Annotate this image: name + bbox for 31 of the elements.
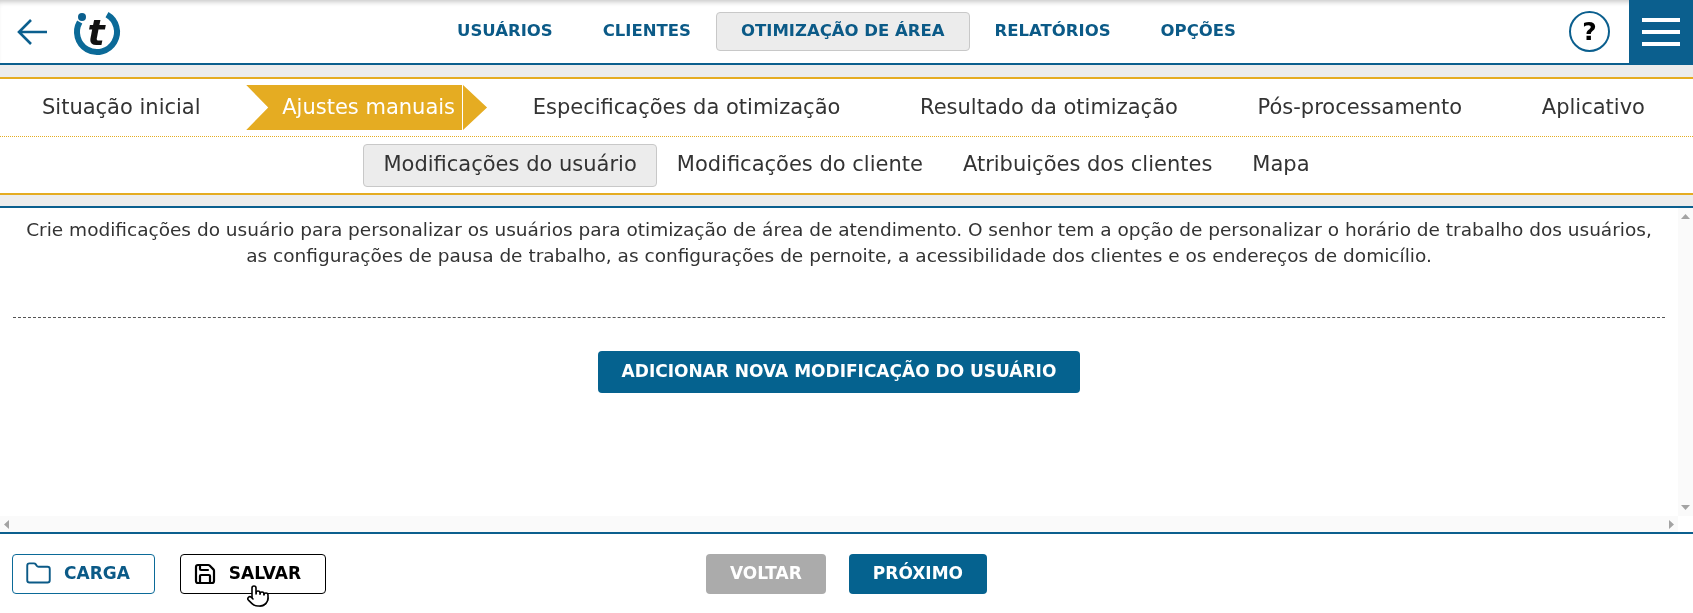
hand-cursor-icon (245, 583, 270, 608)
nav-tab[interactable]: OTIMIZAÇÃO DE ÁREA (715, 12, 970, 51)
add-modification-button[interactable]: ADICIONAR NOVA MODIFICAÇÃO DO USUÁRIO (597, 351, 1081, 393)
help-button[interactable]: ? (1569, 11, 1610, 52)
sub-tab[interactable]: Atribuições dos clientes (942, 143, 1233, 187)
nav-tab[interactable]: OPÇÕES (1135, 12, 1261, 51)
step-tab[interactable]: Especificações da otimização (498, 85, 875, 130)
sub-tab[interactable]: Mapa (1232, 143, 1330, 187)
step-tab[interactable]: Resultado da otimização (886, 85, 1212, 130)
horizontal-scrollbar[interactable] (0, 516, 1678, 532)
scroll-up-arrow-icon[interactable] (1681, 214, 1690, 219)
description-text: Crie modificações do usuário para personalizar os usuários para otimização de área de atendimento. O senhor tem a opção de personalizar o horário de trabalho dos usuários, as configurações de pausa de trabalho, as configurações de pernoite, a acessibilidade dos clientes e os endereços de domicílio. (25, 218, 1653, 268)
scroll-left-arrow-icon[interactable] (4, 519, 9, 529)
sub-tab[interactable]: Modificações do cliente (656, 143, 943, 187)
step-tab[interactable]: Aplicativo (1507, 85, 1679, 130)
brand-logo: t (72, 6, 122, 57)
nav-tab[interactable]: USUÁRIOS (432, 12, 578, 51)
back-arrow-icon[interactable] (16, 17, 48, 46)
step-tab[interactable]: Situação inicial (8, 85, 235, 130)
load-button[interactable]: CARGA (12, 553, 155, 594)
scroll-down-arrow-icon[interactable] (1681, 505, 1690, 510)
menu-icon (1642, 17, 1680, 46)
sub-tab[interactable]: Modificações do usuário (363, 143, 657, 187)
step-tab[interactable]: Pós-processamento (1223, 85, 1497, 130)
menu-button[interactable] (1629, 0, 1693, 63)
nav-tab[interactable]: RELATÓRIOS (969, 12, 1136, 51)
vertical-scrollbar[interactable] (1678, 208, 1693, 516)
nav-tab[interactable]: CLIENTES (577, 12, 716, 51)
scroll-right-arrow-icon[interactable] (1669, 519, 1674, 529)
save-button[interactable]: SALVAR (179, 553, 326, 594)
wizard-nav-button[interactable]: PRÓXIMO (848, 553, 988, 594)
